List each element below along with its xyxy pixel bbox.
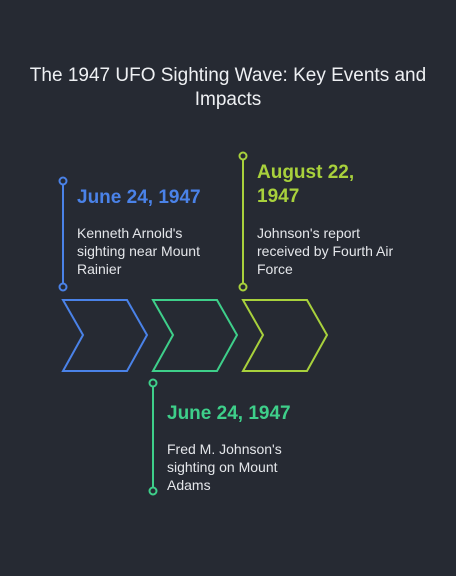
event-3-date: August 22, 1947: [257, 162, 355, 207]
chevron-arrow-2: [151, 299, 239, 372]
event-2-description: Fred M. Johnson's sighting on Mount Adam…: [167, 441, 282, 493]
event-2-bottom-dot: [148, 486, 158, 496]
event-3-bottom-dot: [238, 282, 248, 292]
event-1-top-dot: [58, 176, 68, 186]
diagram-canvas: The 1947 UFO Sighting Wave: Key Events a…: [0, 0, 456, 576]
event-1-date: June 24, 1947: [77, 187, 201, 208]
event-3-description: Johnson's report received by Fourth Air …: [257, 225, 394, 277]
event-2-top-dot: [148, 378, 158, 388]
chevron-arrow-1: [61, 299, 149, 372]
event-2-date: June 24, 1947: [167, 403, 291, 424]
chevron-arrow-3: [241, 299, 329, 372]
event-1-bottom-dot: [58, 282, 68, 292]
event-3-top-dot: [238, 151, 248, 161]
event-1-description: Kenneth Arnold's sighting near Mount Rai…: [77, 225, 200, 277]
